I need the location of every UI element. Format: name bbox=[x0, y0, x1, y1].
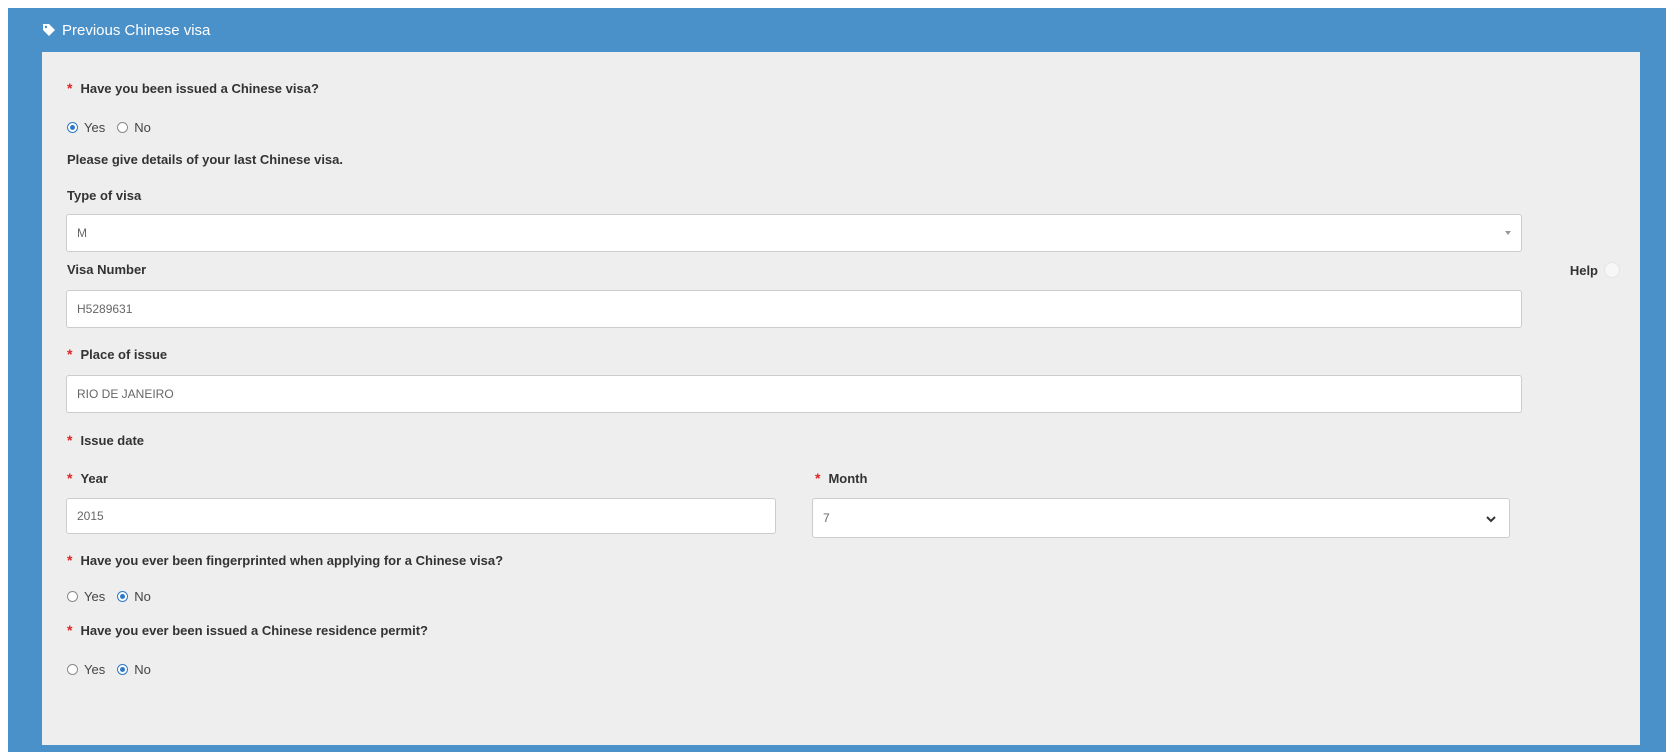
place-of-issue-input[interactable]: RIO DE JANEIRO bbox=[66, 375, 1522, 413]
chevron-down-icon bbox=[1486, 516, 1496, 523]
fingerprinted-yes-radio[interactable] bbox=[67, 591, 78, 602]
panel-header: Previous Chinese visa bbox=[8, 8, 1666, 52]
required-marker: * bbox=[67, 552, 73, 568]
residence-permit-no-label[interactable]: No bbox=[134, 662, 151, 677]
place-of-issue-label: Place of issue bbox=[80, 346, 168, 362]
issued-visa-no-label[interactable]: No bbox=[134, 120, 151, 135]
fingerprinted-no-label[interactable]: No bbox=[134, 589, 151, 604]
issued-visa-yes-radio[interactable] bbox=[67, 122, 78, 133]
visa-number-label: Visa Number bbox=[67, 262, 147, 277]
place-of-issue-label-row: * Place of issue bbox=[67, 346, 167, 362]
residence-permit-radio-group: Yes No bbox=[67, 662, 163, 677]
required-marker: * bbox=[67, 622, 73, 638]
month-select[interactable]: 7 bbox=[812, 498, 1510, 538]
year-label-row: * Year bbox=[67, 470, 108, 486]
visa-type-value: M bbox=[77, 226, 87, 240]
fingerprinted-yes-label[interactable]: Yes bbox=[84, 589, 105, 604]
year-value: 2015 bbox=[77, 509, 104, 523]
panel-title: Previous Chinese visa bbox=[62, 21, 211, 39]
month-label: Month bbox=[828, 470, 868, 486]
select-caret-icon bbox=[1505, 231, 1511, 235]
residence-permit-question: * Have you ever been issued a Chinese re… bbox=[67, 622, 428, 638]
required-marker: * bbox=[815, 470, 821, 486]
required-marker: * bbox=[67, 470, 73, 486]
help-link[interactable]: Help bbox=[1570, 262, 1620, 278]
required-marker: * bbox=[67, 80, 73, 96]
help-icon[interactable] bbox=[1604, 262, 1620, 278]
fingerprinted-question-text: Have you ever been fingerprinted when ap… bbox=[80, 552, 504, 568]
visa-type-label: Type of visa bbox=[67, 188, 142, 203]
previous-visa-panel: Previous Chinese visa * Have you been is… bbox=[8, 8, 1666, 752]
issued-visa-yes-label[interactable]: Yes bbox=[84, 120, 105, 135]
visa-number-input[interactable]: H5289631 bbox=[66, 290, 1522, 328]
visa-number-value: H5289631 bbox=[77, 302, 133, 316]
month-label-row: * Month bbox=[815, 470, 867, 486]
year-input[interactable]: 2015 bbox=[66, 498, 776, 534]
fingerprinted-no-radio[interactable] bbox=[117, 591, 129, 602]
help-label[interactable]: Help bbox=[1570, 263, 1598, 278]
panel-body: * Have you been issued a Chinese visa? Y… bbox=[42, 52, 1640, 745]
tag-icon bbox=[43, 24, 55, 36]
issue-date-label-row: * Issue date bbox=[67, 432, 144, 448]
fingerprinted-question: * Have you ever been fingerprinted when … bbox=[67, 552, 503, 568]
residence-permit-question-text: Have you ever been issued a Chinese resi… bbox=[80, 622, 428, 638]
residence-permit-yes-label[interactable]: Yes bbox=[84, 662, 105, 677]
issued-visa-question: * Have you been issued a Chinese visa? bbox=[67, 80, 319, 96]
required-marker: * bbox=[67, 346, 73, 362]
month-value: 7 bbox=[823, 511, 830, 525]
issued-visa-radio-group: Yes No bbox=[67, 120, 163, 135]
residence-permit-no-radio[interactable] bbox=[117, 664, 129, 675]
issued-visa-question-text: Have you been issued a Chinese visa? bbox=[80, 80, 319, 96]
details-note: Please give details of your last Chinese… bbox=[67, 152, 344, 167]
visa-type-select[interactable]: M bbox=[66, 214, 1522, 252]
year-label: Year bbox=[80, 470, 108, 486]
place-of-issue-value: RIO DE JANEIRO bbox=[77, 387, 174, 401]
required-marker: * bbox=[67, 432, 73, 448]
issued-visa-no-radio[interactable] bbox=[117, 122, 129, 133]
residence-permit-yes-radio[interactable] bbox=[67, 664, 78, 675]
fingerprinted-radio-group: Yes No bbox=[67, 589, 163, 604]
issue-date-label: Issue date bbox=[80, 432, 145, 448]
